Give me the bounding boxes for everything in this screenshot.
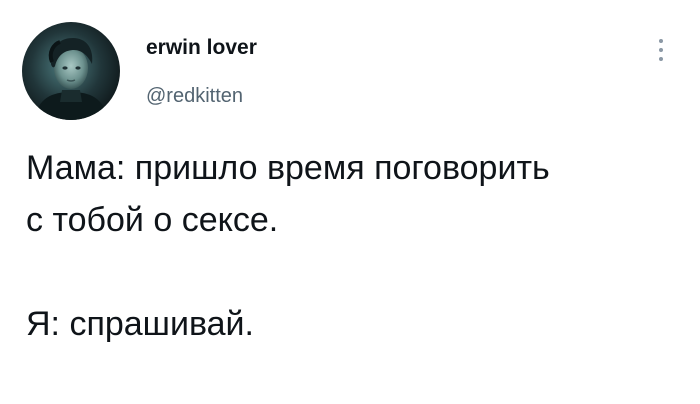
author-handle[interactable]: @redkitten <box>146 84 243 108</box>
user-avatar[interactable] <box>22 22 120 120</box>
tweet-text-line: Я: спрашивай. <box>26 305 254 343</box>
tweet-text-line: Мама: пришло время поговорить <box>26 149 550 187</box>
more-options-button[interactable] <box>650 30 672 70</box>
vertical-ellipsis-icon <box>659 39 663 43</box>
vertical-ellipsis-icon <box>659 48 663 52</box>
user-avatar-photo-icon <box>22 22 120 120</box>
tweet-text: Мама: пришло время поговорить с тобой о … <box>26 142 676 350</box>
author-display-name[interactable]: erwin lover <box>146 36 257 60</box>
vertical-ellipsis-icon <box>659 57 663 61</box>
tweet-card: erwin lover @redkitten Мама: пришло врем… <box>0 0 700 404</box>
tweet-text-line: с тобой о сексе. <box>26 201 279 239</box>
